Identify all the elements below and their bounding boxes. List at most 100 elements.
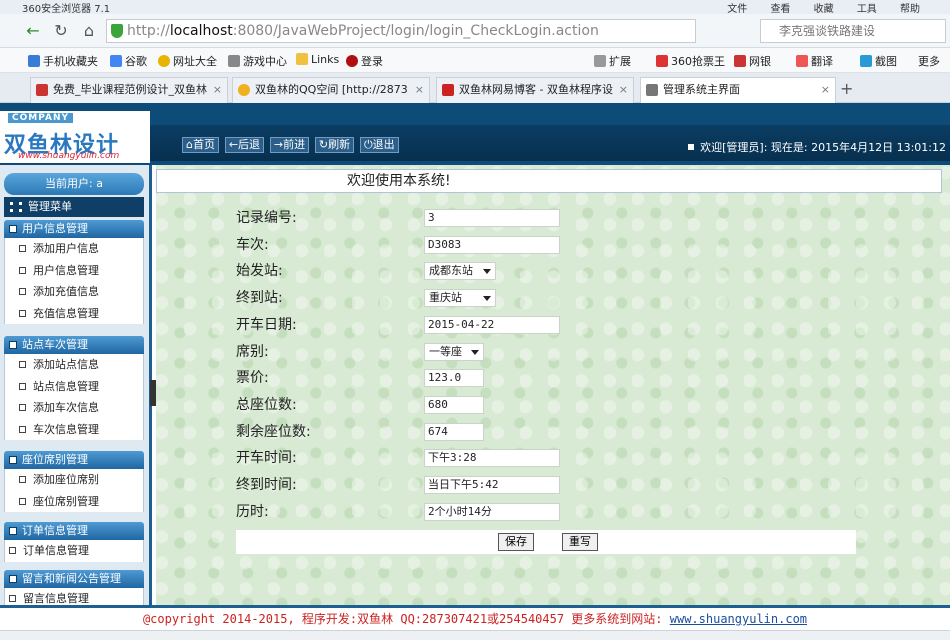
field-label: 开车时间: — [236, 450, 297, 467]
logout-button[interactable]: ⏻退出 — [359, 137, 399, 153]
field-input[interactable]: 3 — [424, 209, 560, 227]
refresh-button[interactable]: ↻刷新 — [314, 137, 355, 153]
bookmark-translate[interactable]: 翻译 — [796, 53, 833, 69]
sidebar-item-user-manage[interactable]: 用户信息管理 — [4, 259, 144, 281]
field-label: 历时: — [236, 503, 269, 520]
field-value: 123.0 — [428, 371, 462, 385]
field-label: 票价: — [236, 370, 269, 387]
star-icon — [238, 84, 250, 96]
browser-title: 360安全浏览器 7.1 — [22, 4, 111, 15]
bookmark-extensions[interactable]: 扩展 — [594, 53, 631, 69]
sidebar-item-add-station[interactable]: 添加站点信息 — [4, 354, 144, 376]
home-icon[interactable]: ⌂ — [78, 20, 100, 42]
address-bar[interactable]: http://localhost:8080/JavaWebProject/log… — [106, 19, 696, 43]
bookmark-hao[interactable]: 网址大全 — [158, 53, 217, 69]
group-header[interactable]: 订单信息管理 — [4, 522, 144, 540]
footer-link[interactable]: www.shuangyulin.com — [670, 612, 807, 626]
tab-qq-space[interactable]: 双鱼林的QQ空间 [http://2873 × — [232, 77, 430, 103]
save-button[interactable]: 保存 — [498, 533, 534, 551]
sidebar-item-add-seat[interactable]: 添加座位席别 — [4, 469, 144, 491]
field-label: 剩余座位数: — [236, 423, 311, 440]
field-label: 终到站: — [236, 290, 283, 307]
close-icon[interactable]: × — [619, 78, 628, 102]
close-icon[interactable]: × — [415, 78, 424, 102]
field-input[interactable]: 当日下午5:42 — [424, 476, 560, 494]
scissors-icon — [860, 55, 872, 67]
bookmark-links[interactable]: Links — [296, 53, 339, 66]
site-favicon-icon — [442, 84, 454, 96]
group-seat-class: 座位席别管理 添加座位席别 座位席别管理 — [4, 451, 144, 512]
field-select[interactable]: 重庆站 — [424, 289, 496, 308]
square-icon — [9, 456, 17, 464]
field-input[interactable]: 123.0 — [424, 369, 484, 388]
site-favicon-icon — [36, 84, 48, 96]
close-icon[interactable]: × — [821, 78, 830, 102]
reset-button[interactable]: 重写 — [562, 533, 598, 551]
bookmark-login[interactable]: 登录 — [346, 53, 383, 69]
forward-button[interactable]: →前进 — [269, 137, 310, 153]
browser-titlebar: 360安全浏览器 7.1 文件 查看 收藏 工具 帮助 — [0, 0, 950, 15]
field-label: 始发站: — [236, 263, 283, 280]
sidebar-item-message-manage[interactable]: 留言信息管理 — [4, 588, 144, 605]
bookmark-bank[interactable]: 网银 — [734, 53, 771, 69]
bookmark-more[interactable]: 更多 — [918, 53, 940, 69]
dropdown-arrow-icon — [471, 349, 479, 355]
phone-icon — [28, 55, 40, 67]
sidebar-item-train-manage[interactable]: 车次信息管理 — [4, 418, 144, 440]
field-value: 当日下午5:42 — [428, 478, 499, 491]
brand-logo: COMPANY 双鱼林设计 www.shuangyulin.com — [0, 111, 150, 163]
gamepad-icon — [228, 55, 240, 67]
bookmark-screenshot[interactable]: 截图 — [860, 53, 897, 69]
browser-tabs: 免费_毕业课程范例设计_双鱼林 × 双鱼林的QQ空间 [http://2873 … — [0, 73, 950, 103]
sidebar-item-add-train[interactable]: 添加车次信息 — [4, 397, 144, 419]
close-icon[interactable]: × — [213, 78, 222, 102]
tab-admin-main[interactable]: 管理系统主界面 × — [640, 77, 836, 103]
bookmark-ticket[interactable]: 360抢票王 — [656, 53, 725, 69]
bullet-square-icon — [19, 309, 26, 317]
field-value: 一等座 — [429, 344, 462, 358]
footer-text: @copyright 2014-2015, 程序开发:双鱼林 QQ:287307… — [142, 612, 670, 626]
bullet-square-icon — [19, 425, 26, 433]
sidebar-item-add-user[interactable]: 添加用户信息 — [4, 238, 144, 260]
footer: @copyright 2014-2015, 程序开发:双鱼林 QQ:287307… — [0, 605, 950, 630]
sidebar-item-add-recharge[interactable]: 添加充值信息 — [4, 281, 144, 303]
group-header[interactable]: 留言和新闻公告管理 — [4, 570, 144, 588]
group-messages-news: 留言和新闻公告管理 留言信息管理 — [4, 570, 144, 605]
field-input[interactable]: 680 — [424, 395, 484, 414]
sidebar-item-recharge-manage[interactable]: 充值信息管理 — [4, 302, 144, 324]
bookmark-mobile[interactable]: 手机收藏夹 — [28, 53, 98, 69]
group-station-train: 站点车次管理 添加站点信息 站点信息管理 添加车次信息 车次信息管理 — [4, 336, 144, 440]
sidebar-item-station-manage[interactable]: 站点信息管理 — [4, 375, 144, 397]
group-header[interactable]: 座位席别管理 — [4, 451, 144, 469]
search-input[interactable]: 李克强谈铁路建设 — [760, 19, 946, 43]
sidebar-item-order-manage[interactable]: 订单信息管理 — [4, 540, 144, 562]
field-select[interactable]: 一等座 — [424, 342, 484, 361]
bookmark-games[interactable]: 游戏中心 — [228, 53, 287, 69]
field-label: 记录编号: — [236, 210, 297, 226]
current-user: 当前用户: a — [4, 173, 144, 195]
field-select[interactable]: 成都东站 — [424, 262, 496, 281]
address-scheme: http:// — [127, 23, 170, 39]
field-input[interactable]: D3083 — [424, 235, 560, 254]
address-host: localhost — [169, 23, 233, 39]
google-icon — [110, 55, 122, 67]
field-input[interactable]: 674 — [424, 422, 484, 441]
home-button[interactable]: ⌂首页 — [182, 137, 219, 153]
sidebar-item-seat-manage[interactable]: 座位席别管理 — [4, 490, 144, 512]
field-input[interactable]: 下午3:28 — [424, 449, 560, 468]
bookmark-google[interactable]: 谷歌 — [110, 53, 147, 69]
new-tab-icon[interactable]: + — [840, 79, 853, 98]
field-input[interactable]: 2个小时14分 — [424, 502, 560, 521]
tab-free-projects[interactable]: 免费_毕业课程范例设计_双鱼林 × — [30, 77, 228, 103]
refresh-icon[interactable]: ↻ — [50, 20, 72, 42]
menu-grid-icon — [10, 202, 22, 212]
group-header[interactable]: 用户信息管理 — [4, 220, 144, 238]
field-input[interactable]: 2015-04-22 — [424, 315, 560, 334]
group-header[interactable]: 站点车次管理 — [4, 336, 144, 354]
back-button[interactable]: ←后退 — [224, 137, 265, 153]
field-value: 2个小时14分 — [428, 504, 492, 518]
square-icon — [9, 341, 17, 349]
tab-netease-blog[interactable]: 双鱼林网易博客 - 双鱼林程序设 × — [436, 77, 634, 103]
back-arrow-icon[interactable]: ← — [22, 20, 44, 42]
bank-icon — [734, 55, 746, 67]
